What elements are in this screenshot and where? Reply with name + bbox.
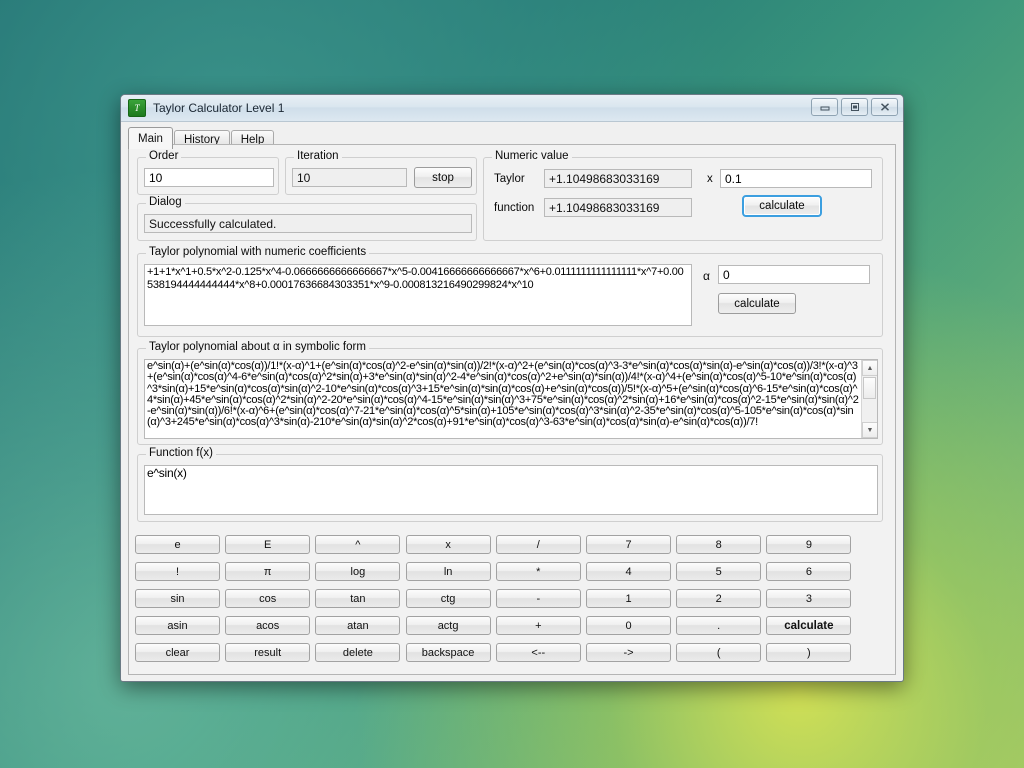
keypad-button-[interactable]: - xyxy=(496,589,581,608)
keypad-button-[interactable]: ^ xyxy=(315,535,400,554)
keypad-button-asin[interactable]: asin xyxy=(135,616,220,635)
keypad-button-7[interactable]: 7 xyxy=(586,535,671,554)
minimize-icon[interactable] xyxy=(811,98,838,116)
keypad-button-6[interactable]: 6 xyxy=(766,562,851,581)
symbolic-poly-group: Taylor polynomial about α in symbolic fo… xyxy=(137,348,883,445)
function-fx-textarea[interactable]: e^sin(x) xyxy=(144,465,878,515)
function-label: function xyxy=(494,202,534,214)
keypad-button-[interactable]: . xyxy=(676,616,761,635)
iteration-legend: Iteration xyxy=(294,150,342,162)
keypad-button-E[interactable]: E xyxy=(225,535,310,554)
keypad-button-[interactable]: * xyxy=(496,562,581,581)
keypad-button-atan[interactable]: atan xyxy=(315,616,400,635)
keypad-button-4[interactable]: 4 xyxy=(586,562,671,581)
numeric-value-legend: Numeric value xyxy=(492,150,572,162)
keypad-button-sin[interactable]: sin xyxy=(135,589,220,608)
function-fx-group: Function f(x) e^sin(x) xyxy=(137,454,883,522)
numeric-value-group: Numeric value Taylor +1.10498683033169 x… xyxy=(483,157,883,241)
scrollbar-thumb[interactable] xyxy=(863,377,876,399)
dialog-message: Successfully calculated. xyxy=(144,214,472,233)
keypad-button-delete[interactable]: delete xyxy=(315,643,400,662)
numeric-poly-textarea[interactable]: +1+1*x^1+0.5*x^2-0.125*x^4-0.06666666666… xyxy=(144,264,692,326)
keypad-button-[interactable]: ! xyxy=(135,562,220,581)
keypad-button-[interactable]: ( xyxy=(676,643,761,662)
tab-main[interactable]: Main xyxy=(128,127,173,149)
title-bar: T Taylor Calculator Level 1 xyxy=(121,95,903,122)
keypad-button-2[interactable]: 2 xyxy=(676,589,761,608)
keypad-button-[interactable]: / xyxy=(496,535,581,554)
taylor-app-icon: T xyxy=(128,99,146,117)
keypad-button-8[interactable]: 8 xyxy=(676,535,761,554)
numeric-poly-text: +1+1*x^1+0.5*x^2-0.125*x^4-0.06666666666… xyxy=(147,266,689,291)
keypad-button-e[interactable]: e xyxy=(135,535,220,554)
keypad-button-tan[interactable]: tan xyxy=(315,589,400,608)
scroll-up-icon[interactable]: ▲ xyxy=(862,360,878,376)
keypad-button-0[interactable]: 0 xyxy=(586,616,671,635)
close-icon[interactable] xyxy=(871,98,898,116)
keypad-button-backspace[interactable]: backspace xyxy=(406,643,491,662)
keypad-button-acos[interactable]: acos xyxy=(225,616,310,635)
keypad-button-9[interactable]: 9 xyxy=(766,535,851,554)
window-controls xyxy=(811,98,898,116)
keypad-button-ln[interactable]: ln xyxy=(406,562,491,581)
symbolic-poly-textarea[interactable]: e^sin(α)+(e^sin(α)*cos(α))/1!*(x-α)^1+(e… xyxy=(144,359,878,439)
keypad-button-1[interactable]: 1 xyxy=(586,589,671,608)
keypad-button-clear[interactable]: clear xyxy=(135,643,220,662)
function-fx-text: e^sin(x) xyxy=(147,467,875,480)
keypad-button-ctg[interactable]: ctg xyxy=(406,589,491,608)
keypad-button-log[interactable]: log xyxy=(315,562,400,581)
keypad-button-result[interactable]: result xyxy=(225,643,310,662)
keypad-button-[interactable]: -> xyxy=(586,643,671,662)
symbolic-poly-text: e^sin(α)+(e^sin(α)*cos(α))/1!*(x-α)^1+(e… xyxy=(147,361,861,429)
application-window: T Taylor Calculator Level 1 Main History… xyxy=(120,94,904,682)
alpha-input[interactable]: 0 xyxy=(718,265,870,284)
stop-button[interactable]: stop xyxy=(414,167,472,188)
order-group: Order 10 xyxy=(137,157,279,195)
order-legend: Order xyxy=(146,150,181,162)
symbolic-poly-legend: Taylor polynomial about α in symbolic fo… xyxy=(146,341,369,353)
symbolic-calculate-button[interactable]: calculate xyxy=(718,293,796,314)
iteration-input[interactable]: 10 xyxy=(292,168,407,187)
keypad-button-[interactable]: + xyxy=(496,616,581,635)
keypad-button-actg[interactable]: actg xyxy=(406,616,491,635)
function-value-field: +1.10498683033169 xyxy=(544,198,692,217)
keypad-button-calculate[interactable]: calculate xyxy=(766,616,851,635)
x-label: x xyxy=(707,173,713,185)
dialog-legend: Dialog xyxy=(146,196,185,208)
keypad-button-3[interactable]: 3 xyxy=(766,589,851,608)
keypad-button-[interactable]: <-- xyxy=(496,643,581,662)
taylor-value-field: +1.10498683033169 xyxy=(544,169,692,188)
function-fx-legend: Function f(x) xyxy=(146,447,216,459)
order-input[interactable]: 10 xyxy=(144,168,274,187)
keypad-button-x[interactable]: x xyxy=(406,535,491,554)
x-input[interactable]: 0.1 xyxy=(720,169,872,188)
taylor-label: Taylor xyxy=(494,173,525,185)
symbolic-poly-scrollbar[interactable]: ▲ ▼ xyxy=(861,360,877,438)
scroll-down-icon[interactable]: ▼ xyxy=(862,422,878,438)
keypad-button-[interactable]: ) xyxy=(766,643,851,662)
alpha-label: α xyxy=(703,269,710,283)
iteration-group: Iteration 10 stop xyxy=(285,157,477,195)
keypad-button-5[interactable]: 5 xyxy=(676,562,761,581)
keypad-button-[interactable]: π xyxy=(225,562,310,581)
maximize-icon[interactable] xyxy=(841,98,868,116)
keypad-button-cos[interactable]: cos xyxy=(225,589,310,608)
window-title: Taylor Calculator Level 1 xyxy=(153,101,284,115)
numeric-poly-legend: Taylor polynomial with numeric coefficie… xyxy=(146,246,369,258)
numeric-poly-group: Taylor polynomial with numeric coefficie… xyxy=(137,253,883,337)
main-tab-panel: Order 10 Iteration 10 stop Dialog Succes… xyxy=(128,144,896,675)
numeric-calculate-button[interactable]: calculate xyxy=(742,195,822,217)
keypad: eE^x/789!πlogln*456sincostanctg-123asina… xyxy=(135,535,889,669)
dialog-group: Dialog Successfully calculated. xyxy=(137,203,477,241)
